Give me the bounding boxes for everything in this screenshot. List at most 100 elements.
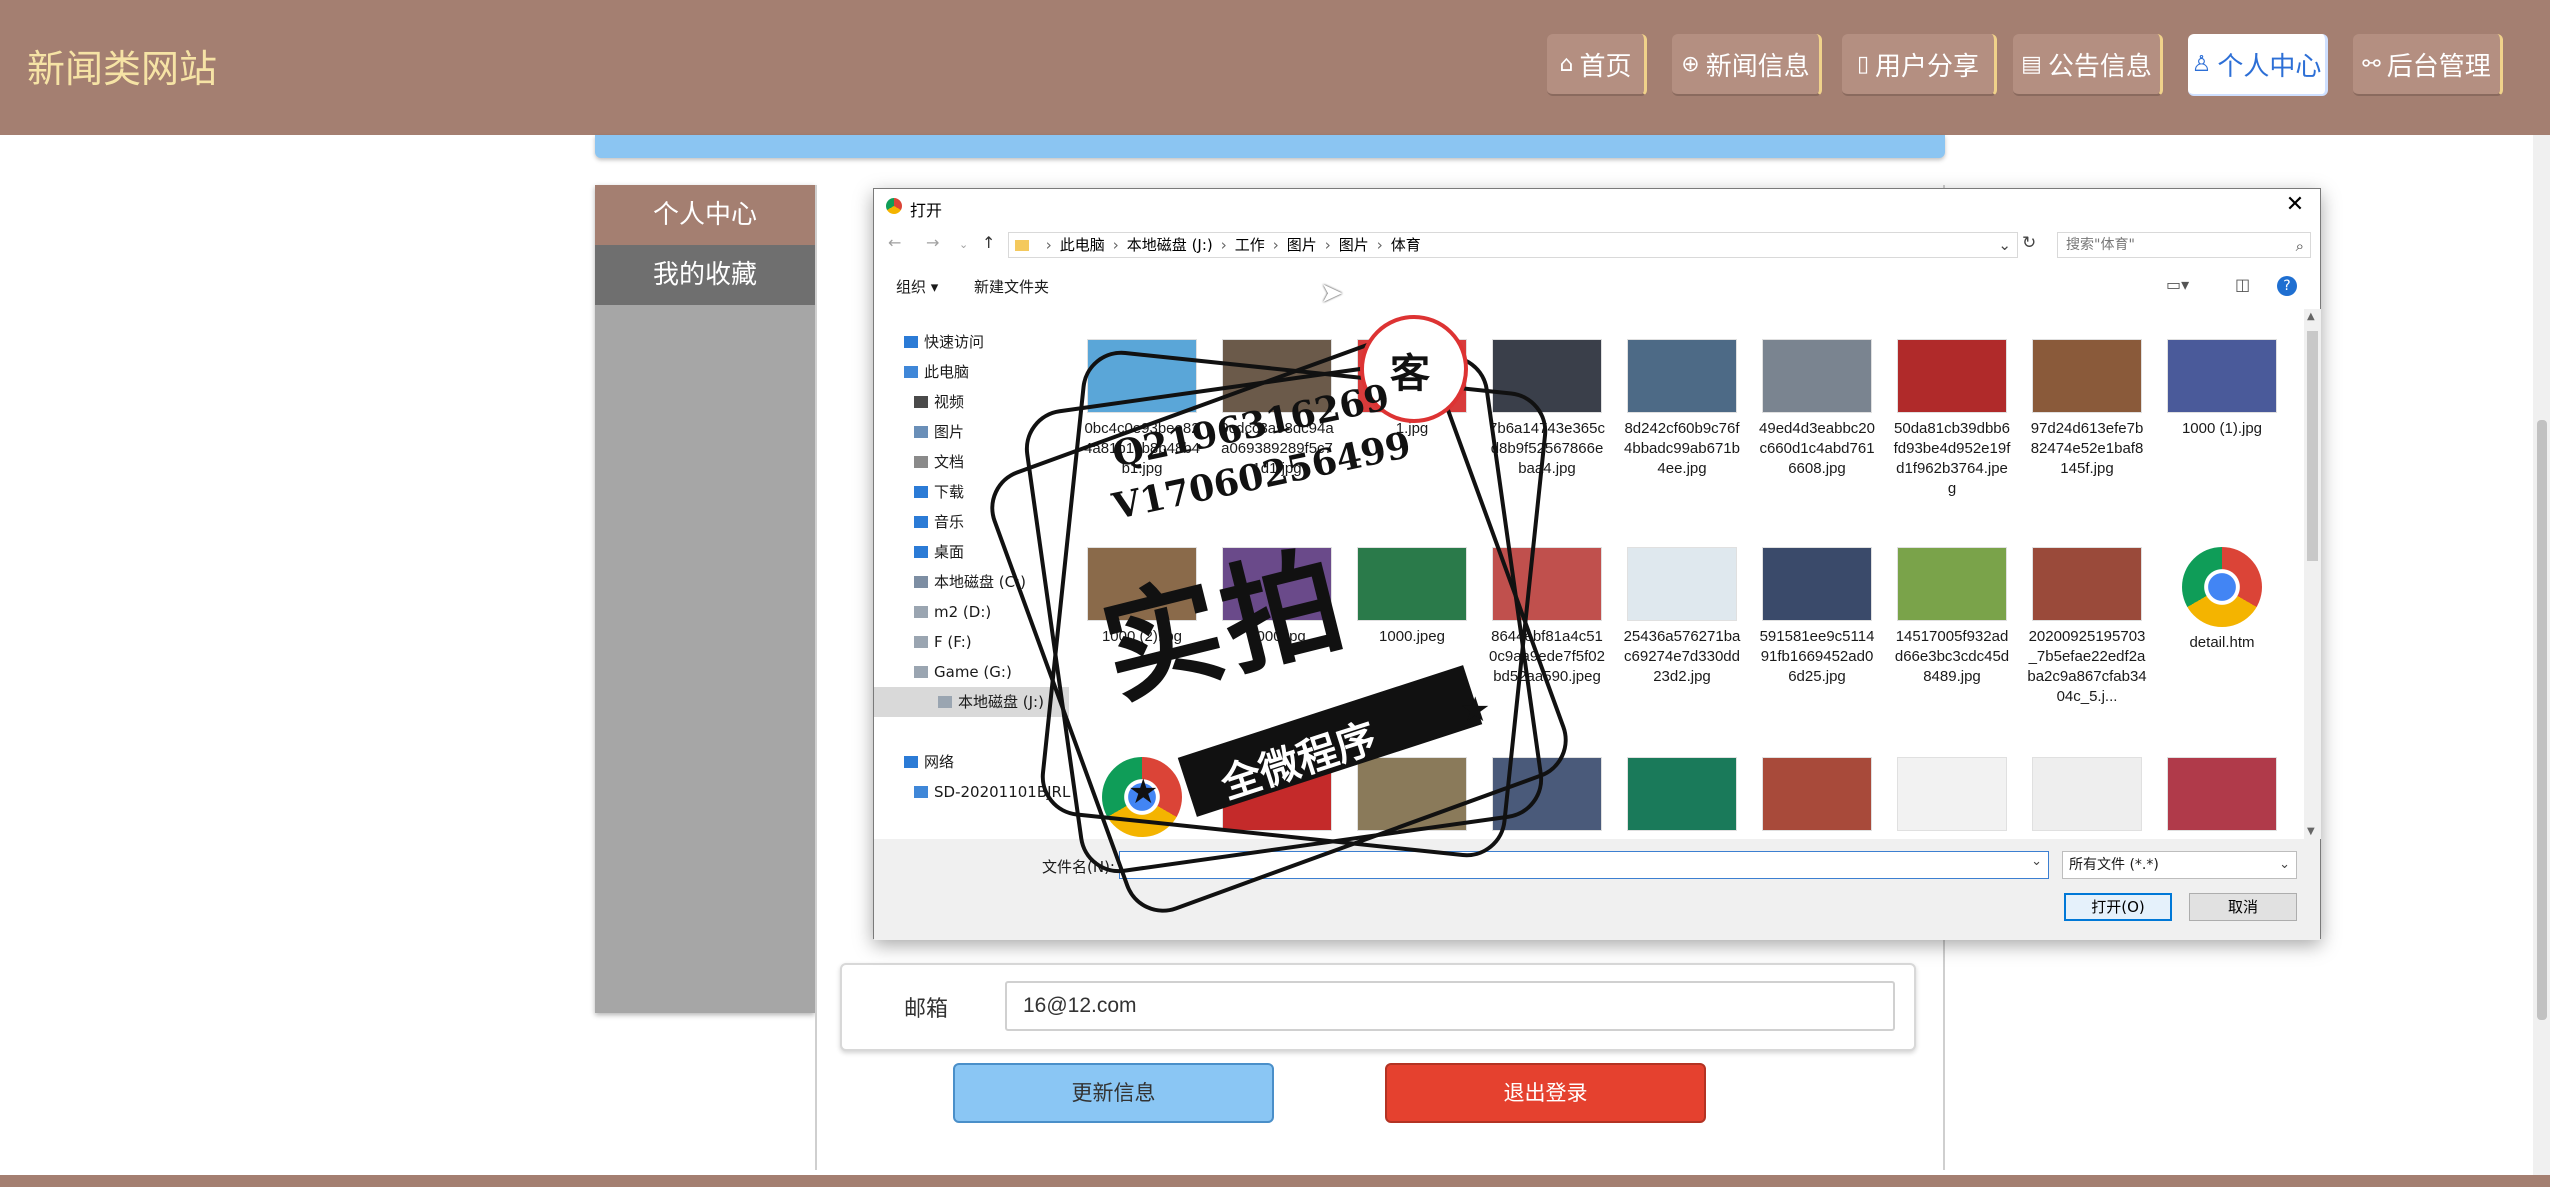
filetype-select[interactable]: 所有文件 (*.*) ⌄ [2062, 851, 2297, 879]
picture-icon [914, 426, 928, 438]
logout-button[interactable]: 退出登录 [1385, 1063, 1706, 1123]
tree-item[interactable]: 桌面 [914, 537, 964, 567]
breadcrumb-item[interactable]: 体育 [1391, 236, 1421, 254]
site-title[interactable]: 新闻类网站 [27, 38, 217, 93]
breadcrumb-item[interactable]: 本地磁盘 (J:) [1127, 236, 1213, 254]
file-item[interactable] [1487, 757, 1607, 837]
scroll-down-icon[interactable]: ▼ [2307, 826, 2315, 837]
music-icon [914, 516, 928, 528]
back-arrow-icon[interactable]: ← [888, 233, 901, 252]
nav-item-1[interactable]: ⊕ 新闻信息 [1672, 34, 1822, 96]
file-item[interactable]: 20200925195703_7b5efae22edf2aba2c9a867cf… [2027, 547, 2147, 707]
breadcrumb-separator-icon[interactable]: › [1046, 236, 1052, 254]
file-item[interactable] [1082, 757, 1202, 839]
nav-item-5[interactable]: ⚯ 后台管理 [2353, 34, 2503, 96]
tree-item[interactable]: 此电脑 [904, 357, 969, 387]
breadcrumb-separator-icon[interactable]: › [1221, 236, 1227, 254]
filename-input[interactable]: ⌄ [1119, 851, 2049, 879]
tree-item[interactable]: 本地磁盘 (C:) [914, 567, 1026, 597]
file-item[interactable]: 0bc4c0e93bee824a81b1cb8b48b4b1.jpg [1082, 339, 1202, 479]
file-item[interactable] [1352, 757, 1472, 837]
search-input[interactable]: 搜索"体育" ⌕ [2057, 232, 2311, 258]
file-item[interactable]: 591581ee9c511491fb1669452ad06d25.jpg [1757, 547, 1877, 687]
chrome-file-icon [1102, 757, 1182, 837]
cancel-button[interactable]: 取消 [2189, 893, 2297, 921]
file-item[interactable]: 1000 (1).jpg [2162, 339, 2282, 439]
folder-icon [1015, 240, 1029, 251]
file-item[interactable]: 50da81cb39dbb6fd93be4d952e19fd1f962b3764… [1892, 339, 2012, 499]
recent-locations-chevron-icon[interactable]: ⌄ [959, 238, 968, 251]
sidebar-item-favorites[interactable]: 我的收藏 [595, 245, 815, 305]
tree-item[interactable]: 快速访问 [904, 327, 984, 357]
nav-item-4[interactable]: ♙ 个人中心 [2188, 34, 2328, 96]
open-button[interactable]: 打开(O) [2064, 893, 2172, 921]
file-item[interactable]: 8d242cf60b9c76f4bbadc99ab671b4ee.jpg [1622, 339, 1742, 479]
tree-item[interactable]: 文档 [914, 447, 964, 477]
tree-item[interactable]: 本地磁盘 (J:) [874, 687, 1069, 717]
file-item[interactable]: 1.jpg [1352, 339, 1472, 439]
nav-item-0[interactable]: ⌂ 首页 [1547, 34, 1647, 96]
tree-item[interactable]: 图片 [914, 417, 964, 447]
file-item[interactable]: 14517005f932add66e3bc3cdc45d8489.jpg [1892, 547, 2012, 687]
file-name: 8d242cf60b9c76f4bbadc99ab671b4ee.jpg [1624, 420, 1740, 477]
file-item[interactable]: 1000.jpeg [1352, 547, 1472, 647]
breadcrumb-item[interactable]: 此电脑 [1060, 236, 1105, 254]
new-folder-button[interactable]: 新建文件夹 [974, 276, 1049, 297]
chevron-down-icon[interactable]: ⌄ [2031, 854, 2042, 869]
file-item[interactable] [1217, 757, 1337, 837]
help-icon[interactable]: ? [2277, 276, 2297, 296]
scroll-up-icon[interactable]: ▲ [2307, 311, 2315, 322]
file-item[interactable] [1892, 757, 2012, 837]
nav-item-2[interactable]: ▯ 用户分享 [1842, 34, 1997, 96]
refresh-icon[interactable]: ↻ [2022, 233, 2036, 253]
tree-item[interactable]: Game (G:) [914, 657, 1012, 687]
forward-arrow-icon[interactable]: → [926, 233, 939, 252]
address-bar[interactable]: › 此电脑 › 本地磁盘 (J:) › 工作 › 图片 › 图片 › 体育 ⌄ [1008, 232, 2018, 258]
file-item[interactable]: 97d24d613efe7b82474e52e1baf8145f.jpg [2027, 339, 2147, 479]
nav-item-3[interactable]: ▤ 公告信息 [2013, 34, 2163, 96]
page-scrollbar-thumb[interactable] [2537, 420, 2547, 1020]
organize-menu[interactable]: 组织 ▾ [896, 276, 938, 297]
file-item[interactable] [2027, 757, 2147, 837]
tree-item[interactable]: 下载 [914, 477, 964, 507]
file-grid-scroll-thumb[interactable] [2307, 331, 2318, 561]
breadcrumb-separator-icon[interactable]: › [1113, 236, 1119, 254]
update-info-button[interactable]: 更新信息 [953, 1063, 1274, 1123]
breadcrumb-separator-icon[interactable]: › [1273, 236, 1279, 254]
tree-item[interactable]: F (F:) [914, 627, 972, 657]
file-item[interactable] [2162, 757, 2282, 837]
file-item[interactable]: 25436a576271bac69274e7d330dd23d2.jpg [1622, 547, 1742, 687]
close-icon[interactable]: ✕ [2280, 190, 2310, 220]
file-item[interactable]: 1000 (2).jpg [1082, 547, 1202, 647]
chevron-down-icon[interactable]: ⌄ [1998, 233, 2011, 257]
file-item[interactable]: 7b6a14743e365cd8b9f52567866ebaa4.jpg [1487, 339, 1607, 479]
breadcrumb-item[interactable]: 工作 [1235, 236, 1265, 254]
file-item[interactable] [1757, 757, 1877, 837]
tree-item[interactable]: 音乐 [914, 507, 964, 537]
tree-item[interactable]: SD-20201101BJRL [914, 777, 1070, 807]
breadcrumb-item[interactable]: 图片 [1287, 236, 1317, 254]
file-item[interactable]: 0cdcc3a98dc94aa069389289f5c71d1.jpg [1217, 339, 1337, 479]
file-item[interactable] [1622, 757, 1742, 837]
file-item[interactable]: 49ed4d3eabbc20c660d1c4abd7616608.jpg [1757, 339, 1877, 479]
tree-item[interactable]: 视频 [914, 387, 964, 417]
file-grid: 0bc4c0e93bee824a81b1cb8b48b4b1.jpg 0cdcc3… [1072, 309, 2302, 839]
chevron-down-icon[interactable]: ⌄ [2279, 852, 2290, 878]
preview-pane-icon[interactable]: ◫ [2235, 275, 2250, 294]
file-item[interactable]: detail.htm [2162, 547, 2282, 653]
breadcrumb-item[interactable]: 图片 [1339, 236, 1369, 254]
tree-item[interactable]: m2 (D:) [914, 597, 991, 627]
breadcrumb-separator-icon[interactable]: › [1377, 236, 1383, 254]
sidebar-item-profile[interactable]: 个人中心 [595, 185, 815, 245]
tree-item[interactable]: 网络 [904, 747, 954, 777]
file-grid-scrollbar[interactable]: ▲ ▼ [2304, 309, 2321, 839]
view-mode-icon[interactable]: ▭▾ [2166, 275, 2189, 294]
email-input[interactable]: 16@12.com [1005, 981, 1895, 1031]
image-thumbnail [1627, 757, 1737, 831]
file-item[interactable]: 8644ebf81a4c510c9aa9ede7f5f02bd52aa590.j… [1487, 547, 1607, 687]
file-name: 0cdcc3a98dc94aa069389289f5c71d1.jpg [1220, 420, 1334, 477]
file-item[interactable]: 1000.jpg [1217, 547, 1337, 647]
image-thumbnail [2167, 339, 2277, 413]
up-arrow-icon[interactable]: ↑ [982, 233, 995, 252]
breadcrumb-separator-icon[interactable]: › [1325, 236, 1331, 254]
